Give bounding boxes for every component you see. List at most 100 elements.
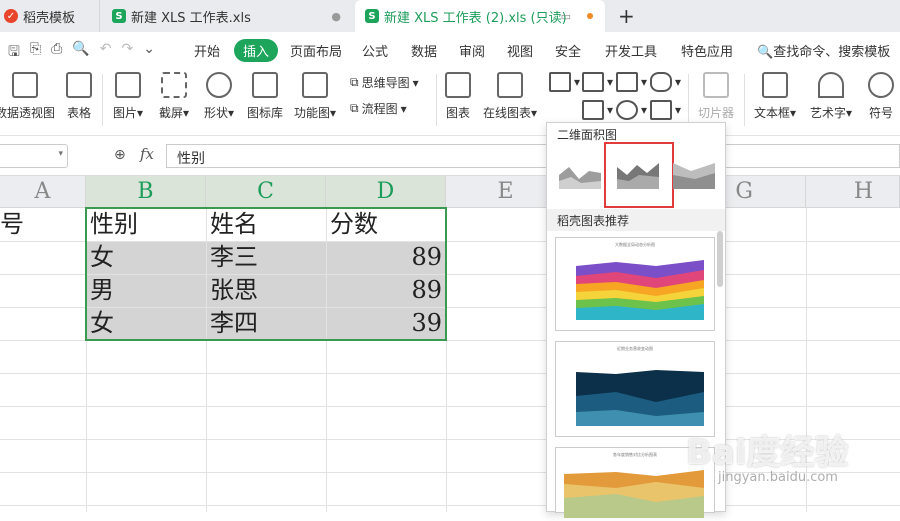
dropdown-scrollbar[interactable] xyxy=(717,231,723,287)
grid-line xyxy=(0,373,900,374)
line-chart-button[interactable]: ▾ xyxy=(616,72,647,92)
textbox-button[interactable]: 文本框▾ xyxy=(750,72,800,121)
shape-button[interactable]: 形状▾ xyxy=(199,72,239,121)
monitor-icon[interactable]: ▭ xyxy=(561,10,571,23)
tab-docer-templates[interactable]: ✓ 稻壳模板 xyxy=(0,0,100,32)
fx-icon[interactable]: fx xyxy=(140,145,154,163)
new-tab-plus-icon[interactable]: + xyxy=(618,4,635,28)
slicer-label: 切片器 xyxy=(697,106,734,120)
recommended-chart-2[interactable]: 近期业务营收变动图 xyxy=(555,341,715,437)
menu-insert[interactable]: 插入 xyxy=(234,39,279,62)
area-chart-thumb-2-image xyxy=(617,163,659,189)
menu-start[interactable]: 开始 xyxy=(194,41,220,60)
pie-chart-button[interactable]: ▾ xyxy=(616,100,647,120)
cell-b3[interactable]: 男 xyxy=(90,274,114,307)
menu-data[interactable]: 数据 xyxy=(411,41,437,60)
radar-chart-button[interactable]: ▾ xyxy=(650,72,681,92)
print-icon[interactable]: ⎙ xyxy=(51,41,62,65)
spreadsheet-icon: S xyxy=(365,9,379,23)
area-chart-thumb-3-image xyxy=(673,163,715,189)
online-chart-button[interactable]: 在线图表▾ xyxy=(480,72,540,121)
column-header-h[interactable]: H xyxy=(806,176,900,208)
area-chart-thumb-2[interactable] xyxy=(615,145,661,195)
cell-d3[interactable]: 89 xyxy=(326,274,442,307)
cell-a1[interactable]: 号 xyxy=(0,208,24,241)
save-icon[interactable]: 🖫 xyxy=(8,41,20,65)
wordart-button[interactable]: 艺术字▾ xyxy=(806,72,856,121)
recommended-chart-1[interactable]: 大数据全局动态分析图 xyxy=(555,237,715,331)
grid-line xyxy=(0,505,900,506)
name-box[interactable]: ▾ xyxy=(0,144,68,168)
grid-line xyxy=(0,406,900,407)
mind-map-button[interactable]: ⧉ 思维导图 ▾ xyxy=(350,74,419,91)
cell-d1[interactable]: 分数 xyxy=(330,208,378,241)
cell-b4[interactable]: 女 xyxy=(90,307,114,340)
stock-chart-button[interactable]: ▾ xyxy=(582,100,613,120)
symbol-button[interactable]: 符号 xyxy=(862,72,900,121)
area-chart-thumb-1[interactable] xyxy=(557,145,603,195)
column-header-b[interactable]: B xyxy=(86,176,206,208)
pivot-chart-button[interactable]: 数据透视图 xyxy=(0,72,56,121)
formula-input[interactable]: 性别 xyxy=(166,144,900,168)
table-button[interactable]: 表格 xyxy=(62,72,96,121)
tab-workbook-1[interactable]: S 新建 XLS 工作表.xls ● xyxy=(100,0,355,32)
cell-c4[interactable]: 李四 xyxy=(210,307,258,340)
section-recommend-title: 稻壳图表推荐 xyxy=(557,214,630,228)
menu-special[interactable]: 特色应用 xyxy=(681,41,733,60)
screenshot-button[interactable]: 截屏▾ xyxy=(153,72,195,121)
baidu-watermark-url: jingyan.baidu.com xyxy=(718,470,838,485)
icon-library-button[interactable]: 图标库 xyxy=(244,72,286,121)
recommended-chart-1-image xyxy=(576,260,704,320)
line-chart-icon xyxy=(616,72,638,92)
export-icon[interactable]: ⎘ xyxy=(30,41,41,65)
scatter-chart-button[interactable]: ▾ xyxy=(650,100,681,120)
textbox-label: 文本框 xyxy=(753,106,790,120)
print-preview-icon[interactable]: 🔍 xyxy=(72,41,89,65)
function-chart-button[interactable]: 功能图▾ xyxy=(291,72,339,121)
menu-security[interactable]: 安全 xyxy=(555,41,581,60)
bar-chart-button[interactable]: ▾ xyxy=(582,72,613,92)
cell-b1[interactable]: 性别 xyxy=(90,208,138,241)
close-dot-icon[interactable]: ● xyxy=(331,10,341,23)
menu-developer[interactable]: 开发工具 xyxy=(605,41,657,60)
menu-bar: 🖫 ⎘ ⎙ 🔍 ↶ ↷ ⌄ 开始 插入 页面布局 公式 数据 审阅 视图 安全 … xyxy=(0,32,900,66)
menu-view[interactable]: 视图 xyxy=(507,41,533,60)
cell-b2[interactable]: 女 xyxy=(90,241,114,274)
cell-c3[interactable]: 张思 xyxy=(210,274,258,307)
menu-formula[interactable]: 公式 xyxy=(362,41,388,60)
menu-page-layout[interactable]: 页面布局 xyxy=(290,41,342,60)
zoom-icon[interactable]: ⊕ xyxy=(114,147,126,163)
picture-button[interactable]: 图片▾ xyxy=(108,72,148,121)
picture-label: 图片 xyxy=(112,106,137,120)
cell-d2[interactable]: 89 xyxy=(326,241,442,274)
more-chevron-icon[interactable]: ⌄ xyxy=(143,41,155,65)
cell-c1[interactable]: 姓名 xyxy=(210,208,258,241)
flowchart-button[interactable]: ⧉ 流程图 ▾ xyxy=(350,100,407,117)
menu-review[interactable]: 审阅 xyxy=(459,41,485,60)
redo-icon[interactable]: ↷ xyxy=(122,41,134,65)
column-header-a[interactable]: A xyxy=(0,176,86,208)
cell-d4[interactable]: 39 xyxy=(326,307,442,340)
slicer-button[interactable]: 切片器 xyxy=(694,72,738,121)
spreadsheet-icon: S xyxy=(112,9,126,23)
column-chart-button[interactable]: ▾ xyxy=(549,72,580,92)
column-header-c[interactable]: C xyxy=(206,176,326,208)
wordart-label: 艺术字 xyxy=(809,106,846,120)
tab-workbook-2-active[interactable]: S 新建 XLS 工作表 (2).xls (只读) ▭ xyxy=(355,0,605,32)
cell-c2[interactable]: 李三 xyxy=(210,241,258,274)
area-chart-thumb-3[interactable] xyxy=(671,145,717,195)
function-chart-label: 功能图 xyxy=(293,106,330,120)
chevron-down-icon: ▾ xyxy=(58,149,63,159)
column-header-d[interactable]: D xyxy=(326,176,446,208)
ribbon-divider xyxy=(688,74,689,126)
icon-library-label: 图标库 xyxy=(246,106,283,120)
section-2d-area-title: 二维面积图 xyxy=(557,128,618,142)
picture-icon xyxy=(115,72,141,98)
tab-label: 新建 XLS 工作表 (2).xls (只读) xyxy=(384,10,567,26)
chart-icon xyxy=(445,72,471,98)
undo-icon[interactable]: ↶ xyxy=(100,41,112,65)
symbol-label: 符号 xyxy=(868,106,893,120)
search-command[interactable]: 🔍查找命令、搜索模板 xyxy=(757,41,890,60)
quick-access-toolbar: 🖫 ⎘ ⎙ 🔍 ↶ ↷ ⌄ xyxy=(8,41,155,65)
chart-button[interactable]: 图表 xyxy=(443,72,473,121)
